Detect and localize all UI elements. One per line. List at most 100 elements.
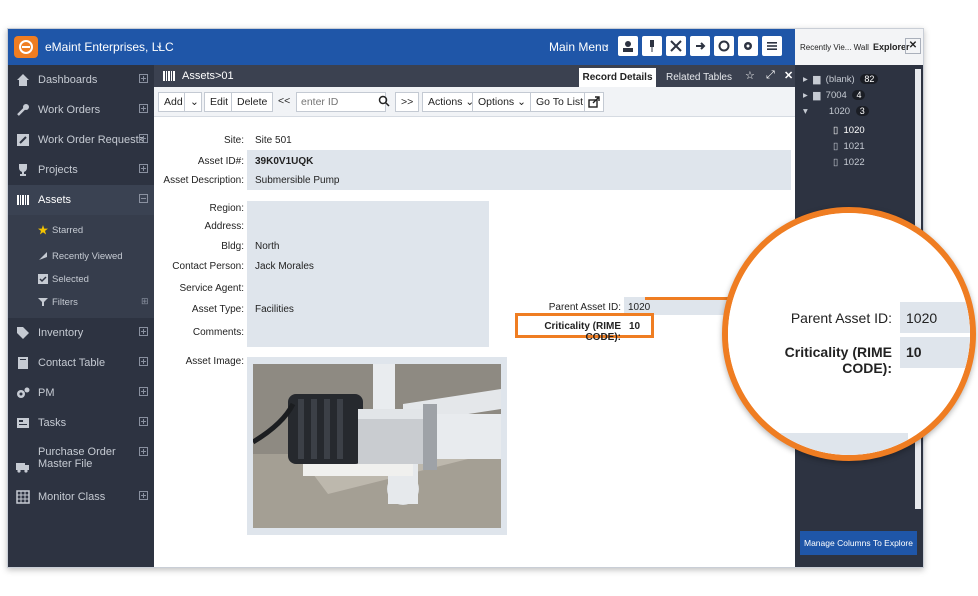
tree-node-label: (blank) bbox=[825, 74, 855, 85]
sidebar-item-contact-table[interactable]: Contact Table bbox=[8, 348, 154, 378]
tree-node-1020[interactable]: ▾ 1020 3 bbox=[803, 106, 869, 117]
asset-description-value[interactable]: Submersible Pump bbox=[255, 175, 339, 186]
expand-icon[interactable] bbox=[139, 164, 148, 173]
sidebar-item-label: Projects bbox=[38, 164, 78, 176]
delete-button[interactable]: Delete bbox=[231, 92, 274, 112]
magnifier-callout: Parent Asset ID: 1020 Criticality (RIME … bbox=[722, 207, 976, 461]
main-menu-chevron-icon[interactable]: ⌄ bbox=[602, 39, 610, 50]
star-outline-icon[interactable]: ☆ bbox=[745, 69, 755, 82]
sidebar-subitem-label: Selected bbox=[52, 274, 89, 285]
caret-right-icon: ▸ bbox=[803, 74, 808, 85]
sidebar: Dashboards Work Orders Work Order Reques… bbox=[8, 65, 154, 567]
user-icon[interactable] bbox=[618, 36, 638, 56]
sidebar-item-work-orders[interactable]: Work Orders bbox=[8, 95, 154, 125]
comments-label: Comments: bbox=[192, 327, 244, 338]
sidebar-subitem-selected[interactable]: Selected bbox=[8, 268, 154, 291]
wrench-icon bbox=[16, 103, 30, 117]
tab-record-details[interactable]: Record Details bbox=[579, 68, 656, 87]
edit-button[interactable]: Edit bbox=[204, 92, 235, 112]
expand-icon[interactable] bbox=[139, 134, 148, 143]
tree-node-label: 1020 bbox=[828, 106, 851, 117]
expand-icon[interactable] bbox=[139, 327, 148, 336]
expand-icon[interactable] bbox=[139, 491, 148, 500]
options-menu[interactable]: Options ⌄ bbox=[472, 92, 532, 112]
expand-icon[interactable] bbox=[139, 447, 148, 456]
chevron-down-icon[interactable]: ⌄ bbox=[155, 40, 163, 51]
expand-icon[interactable] bbox=[139, 104, 148, 113]
search-icon[interactable] bbox=[378, 95, 390, 110]
sidebar-item-monitor-class[interactable]: Monitor Class bbox=[8, 482, 154, 512]
tools-icon[interactable] bbox=[666, 36, 686, 56]
logout-icon[interactable] bbox=[690, 36, 710, 56]
asset-id-value[interactable]: 39K0V1UQK bbox=[255, 156, 313, 167]
sidebar-item-projects[interactable]: Projects bbox=[8, 155, 154, 185]
grid-icon bbox=[16, 490, 30, 504]
folder-icon: ▆ bbox=[813, 74, 821, 85]
tree-leaf-1021[interactable]: ▯ 1021 bbox=[833, 141, 865, 152]
emaint-logo-icon[interactable] bbox=[14, 36, 38, 58]
home-icon bbox=[16, 73, 30, 87]
next-record-button[interactable]: >> bbox=[395, 92, 420, 112]
submersible-pump-photo[interactable] bbox=[251, 364, 501, 528]
sidebar-item-pm[interactable]: PM bbox=[8, 378, 154, 408]
sidebar-item-inventory[interactable]: Inventory bbox=[8, 318, 154, 348]
settings-gear-icon[interactable] bbox=[738, 36, 758, 56]
sidebar-subitem-label: Recently Viewed bbox=[52, 251, 123, 262]
sidebar-subitem-filters[interactable]: Filters ⊞ bbox=[8, 291, 154, 318]
file-icon: ▯ bbox=[833, 125, 839, 136]
site-label: Site: bbox=[223, 135, 244, 146]
add-dropdown-chevron-icon[interactable]: ⌄ bbox=[184, 92, 202, 112]
sidebar-item-label: Work Order Requests bbox=[38, 134, 145, 146]
sidebar-item-dashboards[interactable]: Dashboards bbox=[8, 65, 154, 95]
options-label: Options bbox=[478, 96, 515, 108]
previous-record-button[interactable]: << bbox=[273, 92, 295, 112]
sidebar-item-tasks[interactable]: Tasks bbox=[8, 408, 154, 438]
criticality-value[interactable]: 10 bbox=[629, 321, 640, 332]
expand-icon[interactable] bbox=[139, 417, 148, 426]
tree-node-count: 3 bbox=[855, 106, 869, 116]
asset-type-value[interactable]: Facilities bbox=[255, 304, 294, 315]
sidebar-item-work-order-requests[interactable]: Work Order Requests bbox=[8, 125, 154, 155]
criticality-label: Criticality (RIME CODE): bbox=[544, 321, 621, 343]
checkbox-icon bbox=[38, 274, 48, 284]
refresh-icon[interactable] bbox=[714, 36, 734, 56]
expand-icon[interactable] bbox=[139, 387, 148, 396]
sidebar-subitem-label: Filters bbox=[52, 297, 78, 308]
tree-node-count: 4 bbox=[852, 90, 866, 100]
enter-id-input[interactable] bbox=[296, 92, 386, 112]
site-value: Site 501 bbox=[255, 135, 292, 146]
sidebar-item-purchase-order-master-file[interactable]: Purchase Order Master File bbox=[8, 438, 154, 482]
close-explorer-icon[interactable]: ✕ bbox=[905, 38, 921, 54]
arrow-icon bbox=[38, 251, 48, 261]
tab-recently-viewed[interactable]: Recently Vie... Wall bbox=[800, 43, 869, 52]
expand-arrows-icon[interactable]: ⤢ bbox=[766, 69, 775, 82]
bldg-value[interactable]: North bbox=[255, 241, 279, 252]
expand-icon[interactable] bbox=[139, 357, 148, 366]
pin-icon[interactable] bbox=[642, 36, 662, 56]
explorer-header: Recently Vie... Wall Explorer ✕ bbox=[795, 29, 923, 65]
file-icon: ▯ bbox=[833, 141, 839, 152]
expand-icon[interactable] bbox=[139, 74, 148, 83]
tree-node-7004[interactable]: ▸ ▆ 7004 4 bbox=[803, 90, 866, 101]
magnifier-criticality-value: 10 bbox=[906, 344, 922, 360]
tree-leaf-1020[interactable]: ▯ 1020 bbox=[833, 125, 865, 136]
sidebar-subitem-starred[interactable]: Starred bbox=[8, 215, 154, 245]
parent-asset-id-value[interactable]: 1020 bbox=[628, 302, 650, 313]
location-details-box bbox=[247, 201, 489, 347]
hamburger-menu-icon[interactable] bbox=[762, 36, 782, 56]
sidebar-subitem-recently-viewed[interactable]: Recently Viewed bbox=[8, 245, 154, 268]
close-icon[interactable]: ✕ bbox=[784, 69, 793, 82]
main-menu-button[interactable]: Main Menu bbox=[549, 40, 608, 54]
contact-person-label: Contact Person: bbox=[172, 261, 244, 272]
tab-related-tables[interactable]: Related Tables bbox=[666, 72, 732, 83]
share-export-icon[interactable] bbox=[584, 92, 604, 112]
contact-person-value[interactable]: Jack Morales bbox=[255, 261, 314, 272]
caret-right-icon: ▸ bbox=[803, 90, 808, 101]
go-to-list-button[interactable]: Go To List bbox=[530, 92, 590, 112]
collapse-icon[interactable] bbox=[139, 194, 148, 203]
sidebar-item-assets[interactable]: Assets bbox=[8, 185, 154, 215]
filters-expand-icon[interactable]: ⊞ bbox=[141, 296, 149, 307]
tree-node-blank[interactable]: ▸ ▆ (blank) 82 bbox=[803, 74, 879, 85]
manage-columns-button[interactable]: Manage Columns To Explore bbox=[800, 531, 917, 555]
tree-leaf-1022[interactable]: ▯ 1022 bbox=[833, 157, 865, 168]
